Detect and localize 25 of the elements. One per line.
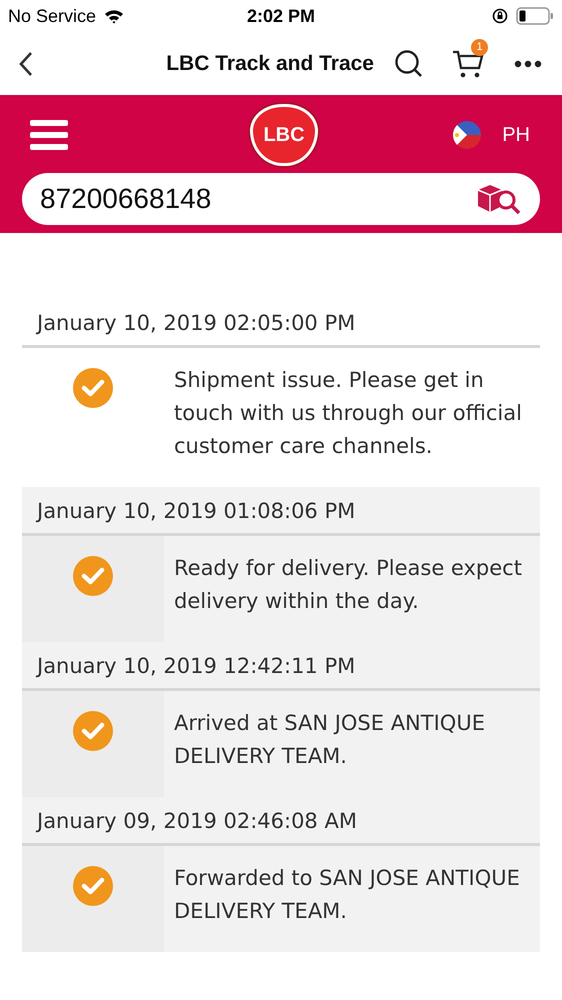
- page-title: LBC Track and Trace: [166, 52, 374, 76]
- check-icon: [73, 866, 113, 906]
- more-icon[interactable]: [514, 60, 542, 68]
- flag-icon[interactable]: [452, 120, 482, 150]
- check-icon: [73, 711, 113, 751]
- cart-badge: 1: [471, 38, 488, 56]
- status-time: 2:02 PM: [246, 6, 316, 26]
- logo: LBC: [250, 104, 318, 166]
- event-status: Arrived at SAN JOSE ANTIQUE DELIVERY TEAM.: [173, 710, 486, 770]
- check-icon: [73, 556, 113, 596]
- check-icon: [73, 368, 113, 408]
- event-status: Forwarded to SAN JOSE ANTIQUE DELIVERY TEAM.: [173, 865, 521, 925]
- event-status: Shipment issue. Please get in touch with us through our official customer care channels.: [173, 367, 523, 460]
- back-icon[interactable]: [18, 50, 34, 76]
- package-search-icon[interactable]: [476, 182, 522, 216]
- event-status: Ready for delivery. Please expect delivery within the day.: [173, 555, 523, 615]
- battery-icon: [516, 7, 554, 25]
- wifi-icon: [104, 8, 124, 24]
- carrier-label: No Service: [8, 6, 96, 26]
- rotation-lock-icon: [492, 8, 508, 24]
- tracking-number-field[interactable]: 87200668148: [22, 173, 540, 225]
- search-icon[interactable]: [394, 48, 424, 78]
- country-code[interactable]: PH: [502, 124, 530, 146]
- cart-icon[interactable]: [452, 48, 484, 78]
- menu-icon[interactable]: [30, 120, 68, 150]
